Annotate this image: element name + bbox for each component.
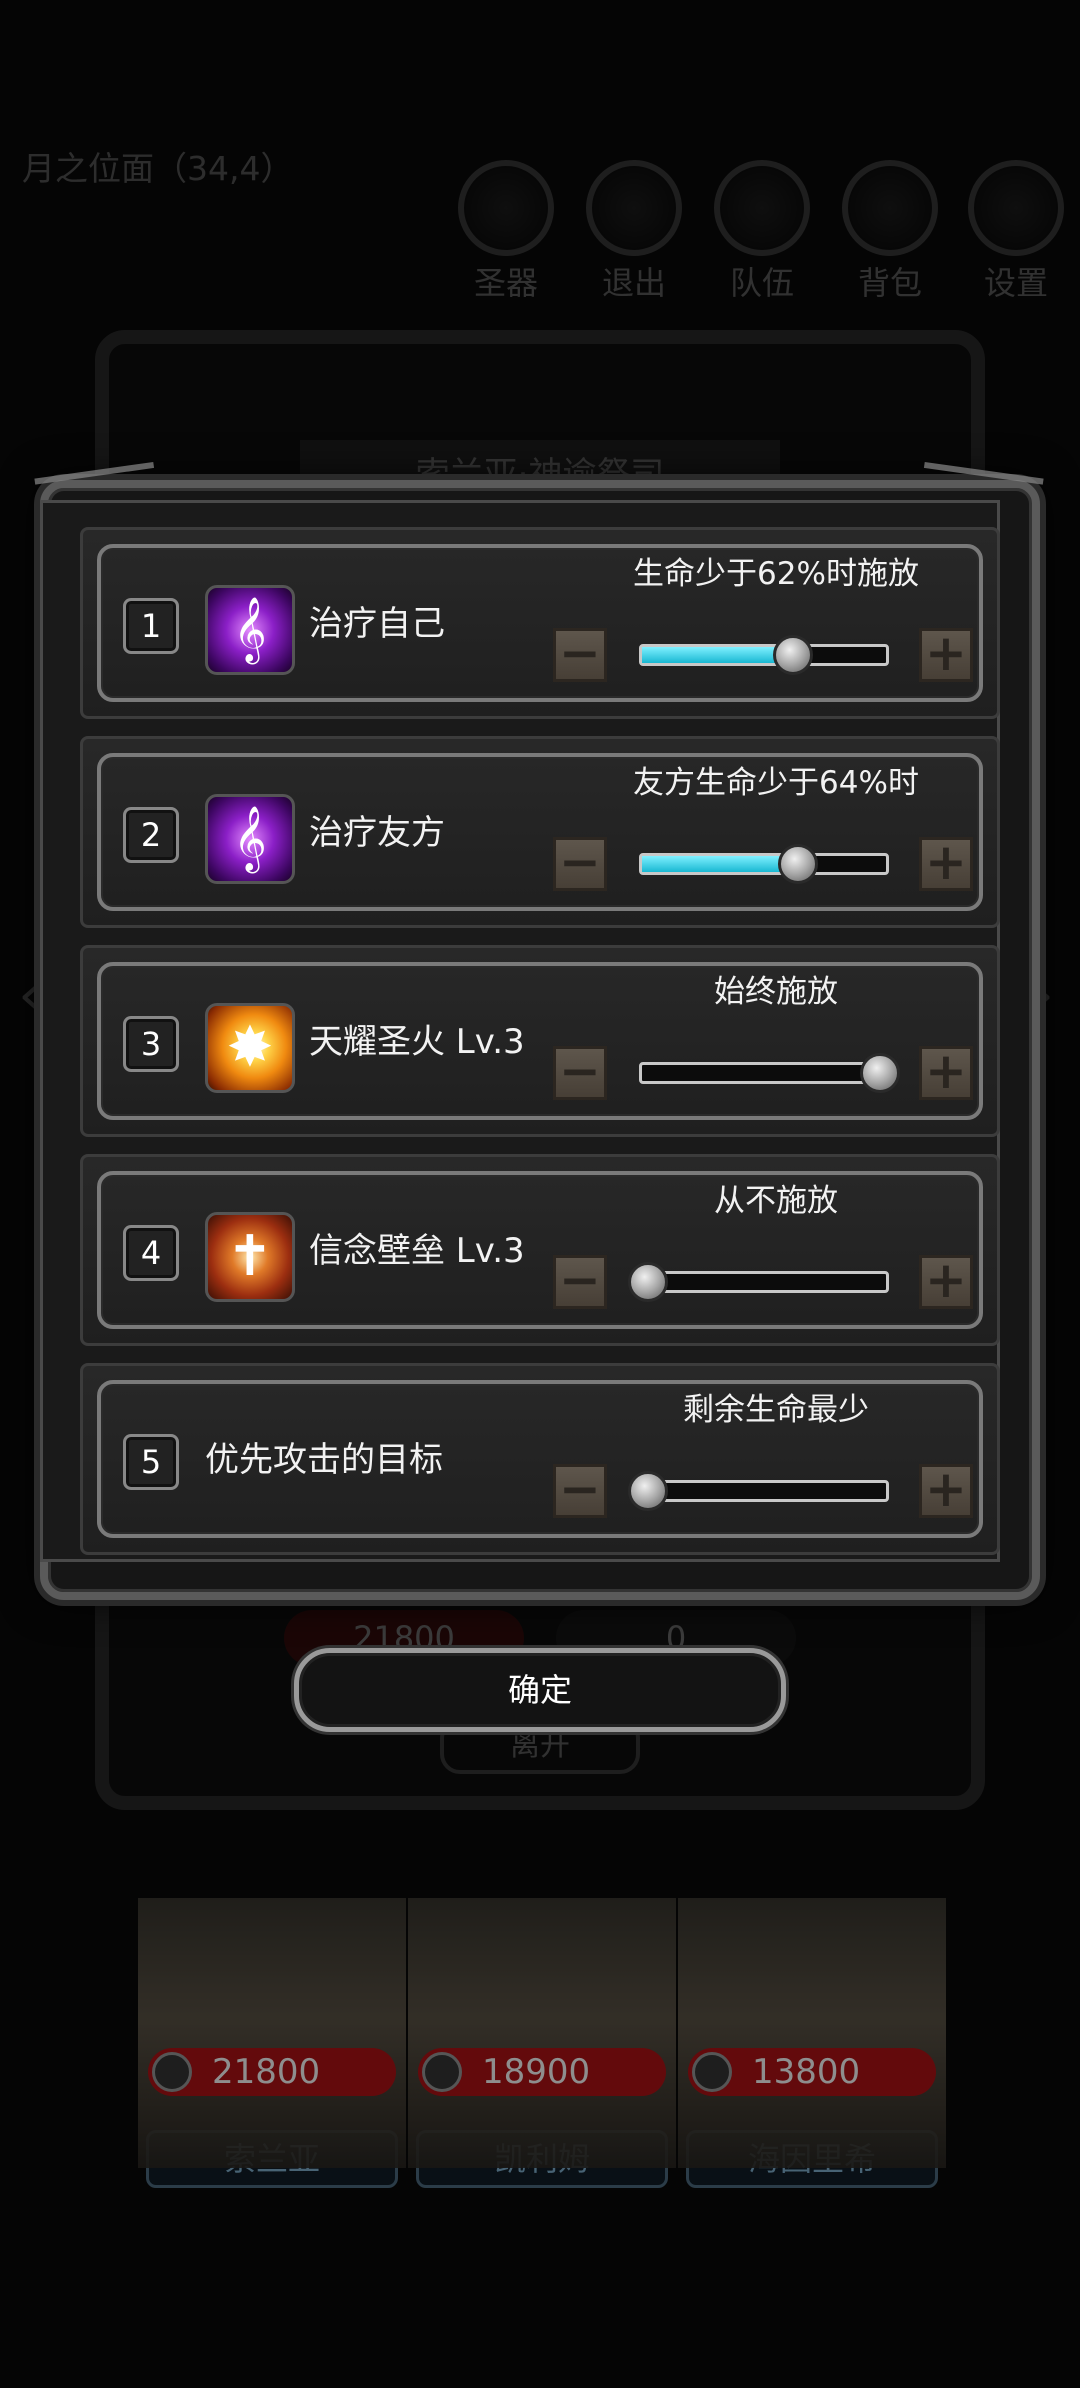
priority-number: 2 bbox=[123, 807, 179, 863]
slider-knob[interactable] bbox=[778, 844, 819, 884]
gear-icon bbox=[968, 160, 1064, 256]
target-priority-label: 优先攻击的目标 bbox=[205, 1440, 443, 1480]
increase-button[interactable]: + bbox=[919, 1255, 973, 1309]
sword-icon bbox=[152, 2052, 192, 2092]
skill-row: 2 𝄞 治疗友方 友方生命少于64%时 − + bbox=[80, 736, 1000, 928]
team-icon bbox=[714, 160, 810, 256]
hero-hp-bar: 18900 bbox=[418, 2048, 666, 2096]
hero-portrait bbox=[678, 1898, 946, 2168]
condition-slider[interactable] bbox=[639, 1053, 900, 1093]
condition-slider[interactable] bbox=[628, 1471, 889, 1511]
hero-card[interactable]: 13800 海因里希 bbox=[678, 1898, 946, 2188]
hero-card[interactable]: 18900 凯利姆 bbox=[408, 1898, 676, 2188]
cast-condition: 生命少于62%时施放 bbox=[633, 556, 919, 592]
skill-row: 1 𝄞 治疗自己 生命少于62%时施放 − + bbox=[80, 527, 1000, 719]
condition-slider[interactable] bbox=[639, 844, 889, 884]
skill-row: 3 ✸ 天耀圣火 Lv.3 始终施放 − + bbox=[80, 945, 1000, 1137]
faith-bulwark-skill-icon: ✝ bbox=[205, 1212, 295, 1302]
slider-fill bbox=[642, 647, 794, 663]
sword-icon bbox=[422, 2052, 462, 2092]
priority-number: 5 bbox=[123, 1434, 179, 1490]
slider-knob[interactable] bbox=[860, 1053, 900, 1093]
heal-skill-icon: 𝄞 bbox=[205, 585, 295, 675]
slider-knob[interactable] bbox=[628, 1262, 668, 1302]
target-condition: 剩余生命最少 bbox=[683, 1392, 869, 1428]
decrease-button[interactable]: − bbox=[553, 628, 607, 682]
increase-button[interactable]: + bbox=[919, 628, 973, 682]
skill-name: 治疗自己 bbox=[309, 604, 445, 644]
cast-condition: 从不施放 bbox=[714, 1183, 838, 1219]
decrease-button[interactable]: − bbox=[553, 1464, 607, 1518]
target-row: 5 优先攻击的目标 剩余生命最少 − + bbox=[80, 1363, 1000, 1555]
slider-knob[interactable] bbox=[773, 635, 814, 675]
menu-settings-button[interactable]: 设置 bbox=[968, 160, 1064, 304]
exit-icon bbox=[586, 160, 682, 256]
condition-slider[interactable] bbox=[628, 1262, 889, 1302]
increase-button[interactable]: + bbox=[919, 1046, 973, 1100]
location-label: 月之位面（34,4） bbox=[22, 149, 294, 188]
hero-roster: 21800 索兰亚 18900 凯利姆 13800 海因里希 bbox=[0, 1800, 1080, 2280]
heal-skill-icon: 𝄞 bbox=[205, 794, 295, 884]
increase-button[interactable]: + bbox=[919, 837, 973, 891]
cast-condition: 始终施放 bbox=[714, 974, 838, 1010]
hero-hp-bar: 21800 bbox=[148, 2048, 396, 2096]
skill-name: 天耀圣火 Lv.3 bbox=[309, 1022, 525, 1062]
menu-exit-button[interactable]: 退出 bbox=[586, 160, 682, 304]
priority-number: 3 bbox=[123, 1016, 179, 1072]
sword-icon bbox=[692, 2052, 732, 2092]
prev-arrow-icon[interactable]: ‹ bbox=[18, 960, 42, 1030]
confirm-button[interactable]: 确定 bbox=[294, 1648, 786, 1732]
hero-portrait bbox=[138, 1898, 406, 2168]
condition-slider[interactable] bbox=[639, 635, 889, 675]
slider-knob[interactable] bbox=[628, 1471, 668, 1511]
hero-hp-bar: 13800 bbox=[688, 2048, 936, 2096]
priority-number: 1 bbox=[123, 598, 179, 654]
menu-bag-button[interactable]: 背包 bbox=[842, 160, 938, 304]
decrease-button[interactable]: − bbox=[553, 1255, 607, 1309]
menu-holy-relic-button[interactable]: 圣器 bbox=[458, 160, 554, 304]
hero-card[interactable]: 21800 索兰亚 bbox=[138, 1898, 406, 2188]
increase-button[interactable]: + bbox=[919, 1464, 973, 1518]
relic-icon bbox=[458, 160, 554, 256]
bag-icon bbox=[842, 160, 938, 256]
holy-fire-skill-icon: ✸ bbox=[205, 1003, 295, 1093]
skill-name: 信念壁垒 Lv.3 bbox=[309, 1231, 525, 1271]
menu-team-button[interactable]: 队伍 bbox=[714, 160, 810, 304]
decrease-button[interactable]: − bbox=[553, 837, 607, 891]
cast-condition: 友方生命少于64%时 bbox=[633, 765, 919, 801]
decrease-button[interactable]: − bbox=[553, 1046, 607, 1100]
slider-fill bbox=[642, 856, 799, 872]
skill-row: 4 ✝ 信念壁垒 Lv.3 从不施放 − + bbox=[80, 1154, 1000, 1346]
priority-number: 4 bbox=[123, 1225, 179, 1281]
skill-name: 治疗友方 bbox=[309, 813, 445, 853]
hero-portrait bbox=[408, 1898, 676, 2168]
